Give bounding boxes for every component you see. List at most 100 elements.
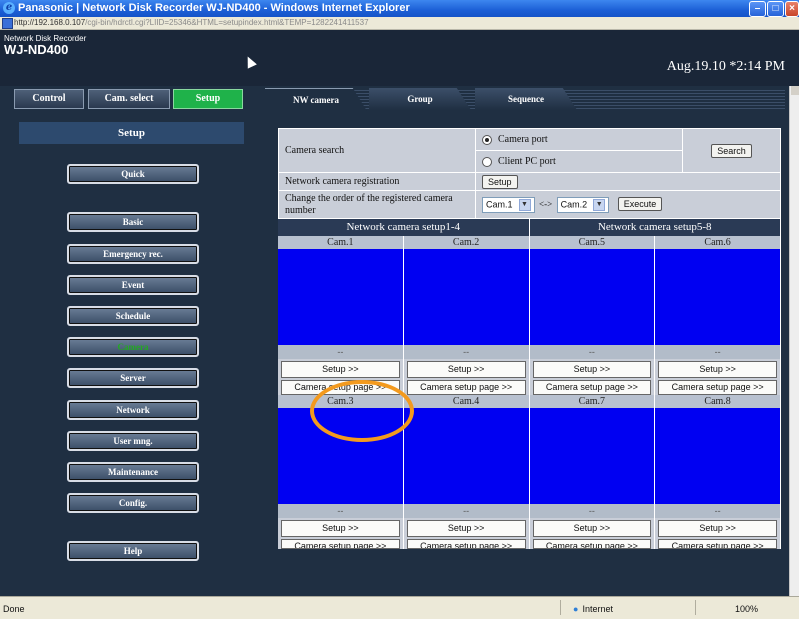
- registration-setup-button[interactable]: Setup: [482, 174, 518, 189]
- tab-setup[interactable]: Setup: [173, 89, 243, 109]
- scroll-up-icon[interactable]: [791, 86, 799, 95]
- execute-button[interactable]: Execute: [617, 196, 663, 211]
- camera-setup-button[interactable]: Setup >>: [281, 361, 400, 378]
- camera-setup-page-button[interactable]: Camera setup page >>: [658, 380, 777, 395]
- search-button[interactable]: Search: [711, 143, 752, 158]
- camera-name: Cam.6: [655, 236, 780, 249]
- camera-name: Cam.7: [529, 395, 655, 408]
- status-divider: [560, 600, 561, 615]
- brand-model: WJ-ND400: [4, 42, 69, 57]
- tab-nw-camera[interactable]: NW camera: [265, 88, 367, 111]
- vertical-scrollbar[interactable]: [789, 86, 799, 596]
- menu-user-mng[interactable]: User mng.: [67, 431, 199, 451]
- camera-grid-row-1: Cam.1 -- Setup >> Camera setup page >> C…: [278, 236, 781, 395]
- menu-schedule[interactable]: Schedule: [67, 306, 199, 326]
- camera-view: [655, 249, 780, 345]
- menu-basic[interactable]: Basic: [67, 212, 199, 232]
- camera-setup-button[interactable]: Setup >>: [658, 520, 777, 537]
- status-divider: [695, 600, 696, 615]
- address-url[interactable]: http://192.168.0.107/cgi-bin/hdrctl.cgi?…: [14, 17, 369, 29]
- order-from-select[interactable]: Cam.1 ▼: [482, 196, 535, 213]
- camera-name: Cam.8: [655, 395, 780, 408]
- camera-setup-page-button[interactable]: Camera setup page >>: [281, 539, 400, 549]
- camera-setup-button[interactable]: Setup >>: [658, 361, 777, 378]
- tab-control[interactable]: Control: [14, 89, 84, 109]
- left-panel: Control Cam. select Setup Setup Quick Ba…: [0, 86, 252, 596]
- camera-tile: Cam.4 -- Setup >> Camera setup page >>: [403, 395, 530, 549]
- app-header: Network Disk Recorder WJ-ND400 Aug.19.10…: [0, 30, 799, 86]
- camera-setup-button[interactable]: Setup >>: [532, 520, 652, 537]
- camera-view: [278, 249, 403, 345]
- camera-setup-page-button[interactable]: Camera setup page >>: [658, 539, 777, 549]
- camera-setup-button[interactable]: Setup >>: [281, 520, 400, 537]
- camera-status: --: [655, 504, 780, 518]
- camera-name: Cam.4: [403, 395, 529, 408]
- ie-icon: e: [3, 2, 15, 14]
- menu-maintenance[interactable]: Maintenance: [67, 462, 199, 482]
- camera-setup-button[interactable]: Setup >>: [406, 361, 526, 378]
- camera-status: --: [403, 504, 529, 518]
- menu-camera[interactable]: Camera: [67, 337, 199, 357]
- camera-status: --: [278, 504, 403, 518]
- chevron-down-icon: ▼: [518, 198, 531, 211]
- zoom-level[interactable]: 100%: [735, 604, 758, 614]
- order-label: Change the order of the registered camer…: [278, 190, 476, 219]
- camera-status: --: [529, 504, 655, 518]
- security-zone: Internet: [573, 604, 613, 614]
- camera-setup-button[interactable]: Setup >>: [532, 361, 652, 378]
- settings-table: Camera search Camera port Search Client …: [278, 128, 781, 219]
- minimize-icon[interactable]: –: [749, 1, 766, 17]
- camera-tile: Cam.5 -- Setup >> Camera setup page >>: [529, 236, 656, 395]
- registration-label: Network camera registration: [278, 172, 476, 191]
- camera-setup-page-button[interactable]: Camera setup page >>: [406, 539, 526, 549]
- order-to-select[interactable]: Cam.2 ▼: [556, 196, 610, 213]
- camera-tile: Cam.1 -- Setup >> Camera setup page >>: [278, 236, 404, 395]
- tab-cam-select[interactable]: Cam. select: [88, 89, 170, 109]
- chevron-down-icon: ▼: [593, 198, 606, 211]
- mode-tabs: Control Cam. select Setup: [14, 89, 245, 109]
- radio-camera-port-label: Camera port: [498, 134, 548, 145]
- close-icon[interactable]: ×: [785, 1, 799, 17]
- address-bar[interactable]: http://192.168.0.107/cgi-bin/hdrctl.cgi?…: [0, 17, 799, 30]
- radio-camera-port[interactable]: [482, 134, 492, 145]
- radio-client-pc-port[interactable]: [482, 156, 492, 167]
- camera-setup-content: Camera search Camera port Search Client …: [278, 128, 781, 549]
- radio-client-port-row[interactable]: Client PC port: [475, 150, 683, 173]
- group-headers: Network camera setup1-4 Network camera s…: [278, 219, 781, 236]
- menu-config[interactable]: Config.: [67, 493, 199, 513]
- camera-name: Cam.2: [403, 236, 529, 249]
- tab-group[interactable]: Group: [369, 88, 471, 110]
- maximize-icon[interactable]: □: [767, 1, 784, 17]
- order-arrow: <->: [539, 198, 553, 209]
- sidebar-title: Setup: [19, 122, 244, 144]
- camera-setup-page-button[interactable]: Camera setup page >>: [532, 380, 652, 395]
- camera-setup-button[interactable]: Setup >>: [406, 520, 526, 537]
- camera-view: [655, 408, 780, 504]
- radio-camera-port-row[interactable]: Camera port: [475, 128, 683, 151]
- camera-search-label: Camera search: [278, 128, 476, 173]
- group-header-1-4: Network camera setup1-4: [278, 219, 530, 236]
- camera-setup-page-button[interactable]: Camera setup page >>: [406, 380, 526, 395]
- camera-setup-page-button[interactable]: Camera setup page >>: [532, 539, 652, 549]
- radio-client-pc-port-label: Client PC port: [498, 156, 556, 167]
- group-header-5-8: Network camera setup5-8: [530, 219, 781, 236]
- camera-tile: Cam.6 -- Setup >> Camera setup page >>: [655, 236, 781, 395]
- camera-status: --: [655, 345, 780, 359]
- browser-title-bar: e Panasonic | Network Disk Recorder WJ-N…: [0, 0, 799, 17]
- menu-server[interactable]: Server: [67, 368, 199, 388]
- camera-view: [403, 408, 529, 504]
- window-title: Panasonic | Network Disk Recorder WJ-ND4…: [18, 2, 410, 14]
- brand: Network Disk Recorder WJ-ND400: [4, 34, 86, 57]
- setup-tabs: NW camera Group Sequence: [265, 88, 785, 111]
- tab-sequence[interactable]: Sequence: [475, 88, 577, 110]
- camera-status: --: [529, 345, 655, 359]
- camera-view: [403, 249, 529, 345]
- menu-emergency-rec[interactable]: Emergency rec.: [67, 244, 199, 264]
- menu-network[interactable]: Network: [67, 400, 199, 420]
- camera-name: Cam.5: [529, 236, 655, 249]
- menu-event[interactable]: Event: [67, 275, 199, 295]
- page-icon: [2, 18, 13, 29]
- status-text: Done: [3, 604, 25, 614]
- menu-quick[interactable]: Quick: [67, 164, 199, 184]
- menu-help[interactable]: Help: [67, 541, 199, 561]
